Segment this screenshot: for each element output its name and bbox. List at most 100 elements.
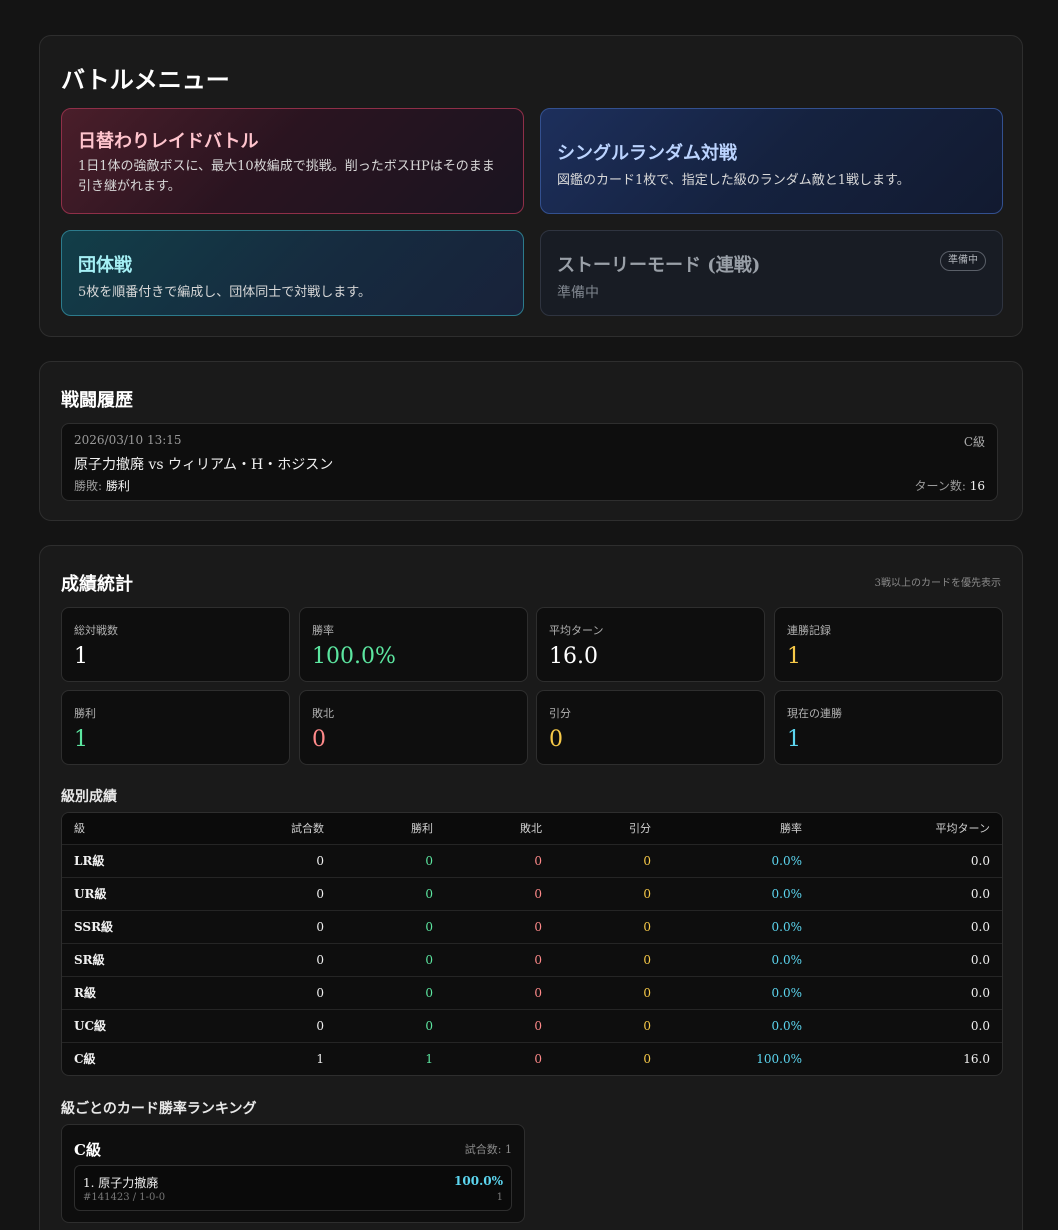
stat-losses: 敗北 0 [299, 690, 528, 765]
team-battle-title: 団体戦 [78, 255, 132, 276]
row-grade: UC級 [74, 1019, 107, 1033]
stat-label: 勝率 [312, 624, 334, 637]
header-wins: 勝利 [411, 822, 433, 835]
row-draws: 0 [643, 1019, 651, 1033]
stat-label: 現在の連勝 [787, 707, 842, 720]
team-battle-card[interactable]: 団体戦 5枚を順番付きで編成し、団体同士で対戦します。 [61, 230, 524, 316]
stat-label: 連勝記録 [787, 624, 831, 637]
history-result-label: 勝敗: [74, 479, 106, 493]
row-avg-turns: 16.0 [963, 1052, 990, 1066]
stat-total-battles: 総対戦数 1 [61, 607, 290, 682]
stats-hint: 3戦以上のカードを優先表示 [874, 578, 1001, 589]
stat-wins: 勝利 1 [61, 690, 290, 765]
daily-raid-desc: 1日1体の強敵ボスに、最大10枚編成で挑戦。削ったボスHPはそのまま引き継がれま… [78, 159, 495, 194]
row-losses: 0 [534, 920, 542, 934]
stat-label: 引分 [549, 707, 571, 720]
stats-panel: 成績統計 3戦以上のカードを優先表示 総対戦数 1 勝率 100.0% 平均ター… [39, 545, 1023, 1230]
row-avg-turns: 0.0 [970, 887, 990, 901]
ranking-grade: C級 [74, 1141, 101, 1159]
single-random-title: シングルランダム対戦 [557, 143, 737, 164]
ranking-entry-meta: #141423 / 1-0-0 [83, 1192, 166, 1203]
row-wins: 0 [425, 1019, 433, 1033]
history-item[interactable]: 2026/03/10 13:15 C級 原子力撤廃 vs ウィリアム・H・ホジス… [61, 423, 998, 501]
row-wins: 0 [425, 854, 433, 868]
row-losses: 0 [534, 1052, 542, 1066]
row-win-rate: 0.0% [771, 887, 803, 901]
stat-label: 勝利 [74, 707, 96, 720]
header-games: 試合数 [291, 822, 324, 835]
history-turns-label: ターン数: [914, 479, 970, 493]
row-grade: SSR級 [74, 920, 114, 934]
stat-current-streak: 現在の連勝 1 [774, 690, 1003, 765]
row-losses: 0 [534, 1019, 542, 1033]
row-wins: 0 [425, 920, 433, 934]
header-win-rate: 勝率 [780, 822, 802, 835]
ranking-entry-games: 1 [496, 1192, 503, 1203]
row-grade: SR級 [74, 953, 105, 967]
battle-history-panel: 戦闘履歴 2026/03/10 13:15 C級 原子力撤廃 vs ウィリアム・… [39, 361, 1023, 521]
team-battle-desc: 5枚を順番付きで編成し、団体同士で対戦します。 [78, 285, 371, 300]
row-grade: UR級 [74, 887, 107, 901]
ranking-card: C級 試合数: 1 1. 原子力撤廃 100.0% #141423 / 1-0-… [61, 1124, 525, 1223]
history-result: 勝敗: 勝利 [74, 477, 130, 494]
row-avg-turns: 0.0 [970, 953, 990, 967]
story-mode-card: ストーリーモード (連戦) 準備中 準備中 [540, 230, 1003, 316]
single-random-desc: 図鑑のカード1枚で、指定した級のランダム敵と1戦します。 [557, 173, 910, 188]
header-grade: 級 [74, 822, 85, 835]
row-grade: C級 [74, 1052, 96, 1066]
stat-average-turns: 平均ターン 16.0 [536, 607, 765, 682]
ranking-entry-rate: 100.0% [454, 1174, 503, 1188]
table-row: UC級 0 0 0 0 0.0% 0.0 [62, 1009, 1002, 1042]
row-losses: 0 [534, 854, 542, 868]
table-row: SSR級 0 0 0 0 0.0% 0.0 [62, 910, 1002, 943]
stat-streak-record: 連勝記録 1 [774, 607, 1003, 682]
row-win-rate: 0.0% [771, 854, 803, 868]
history-matchup: 原子力撤廃 vs ウィリアム・H・ホジスン [74, 457, 334, 473]
history-result-value: 勝利 [105, 479, 130, 493]
table-row: C級 1 1 0 0 100.0% 16.0 [62, 1042, 1002, 1075]
stat-value: 1 [74, 644, 88, 669]
daily-raid-battle-card[interactable]: 日替わりレイドバトル 1日1体の強敵ボスに、最大10枚編成で挑戦。削ったボスHP… [61, 108, 524, 214]
stat-value: 0 [312, 727, 326, 752]
coming-soon-badge: 準備中 [940, 251, 986, 271]
row-wins: 1 [425, 1052, 433, 1066]
row-grade: LR級 [74, 854, 105, 868]
header-losses: 敗北 [520, 822, 542, 835]
single-random-battle-card[interactable]: シングルランダム対戦 図鑑のカード1枚で、指定した級のランダム敵と1戦します。 [540, 108, 1003, 214]
row-games: 0 [316, 986, 324, 1000]
row-draws: 0 [643, 953, 651, 967]
row-grade: R級 [74, 986, 96, 1000]
stat-value: 16.0 [549, 644, 598, 669]
row-wins: 0 [425, 953, 433, 967]
card-ranking-title: 級ごとのカード勝率ランキング [61, 1101, 257, 1117]
row-games: 1 [316, 1052, 324, 1066]
stat-value: 100.0% [312, 644, 396, 669]
row-losses: 0 [534, 953, 542, 967]
table-row: R級 0 0 0 0 0.0% 0.0 [62, 976, 1002, 1009]
story-mode-desc: 準備中 [557, 285, 599, 301]
battle-menu-title: バトルメニュー [61, 65, 230, 94]
row-losses: 0 [534, 887, 542, 901]
row-avg-turns: 0.0 [970, 854, 990, 868]
ranking-entry[interactable]: 1. 原子力撤廃 100.0% #141423 / 1-0-0 1 [74, 1165, 512, 1211]
row-win-rate: 0.0% [771, 1019, 803, 1033]
row-win-rate: 0.0% [771, 986, 803, 1000]
row-draws: 0 [643, 854, 651, 868]
row-win-rate: 0.0% [771, 920, 803, 934]
row-games: 0 [316, 1019, 324, 1033]
stats-title: 成績統計 [61, 574, 133, 595]
row-games: 0 [316, 920, 324, 934]
row-win-rate: 0.0% [771, 953, 803, 967]
grade-stats-title: 級別成績 [61, 789, 117, 805]
header-avg-turns: 平均ターン [935, 822, 990, 835]
table-row: UR級 0 0 0 0 0.0% 0.0 [62, 877, 1002, 910]
stat-label: 敗北 [312, 707, 334, 720]
battle-menu-panel: バトルメニュー 日替わりレイドバトル 1日1体の強敵ボスに、最大10枚編成で挑戦… [39, 35, 1023, 337]
history-turns: ターン数: 16 [914, 477, 985, 494]
row-win-rate: 100.0% [756, 1052, 802, 1066]
grade-stats-table: 級 試合数 勝利 敗北 引分 勝率 平均ターン LR級 0 0 0 0 0.0% 0.0 UR… [61, 812, 1003, 1076]
row-avg-turns: 0.0 [970, 920, 990, 934]
story-mode-title: ストーリーモード (連戦) [557, 255, 761, 276]
battle-history-title: 戦闘履歴 [61, 390, 133, 411]
stat-draws: 引分 0 [536, 690, 765, 765]
